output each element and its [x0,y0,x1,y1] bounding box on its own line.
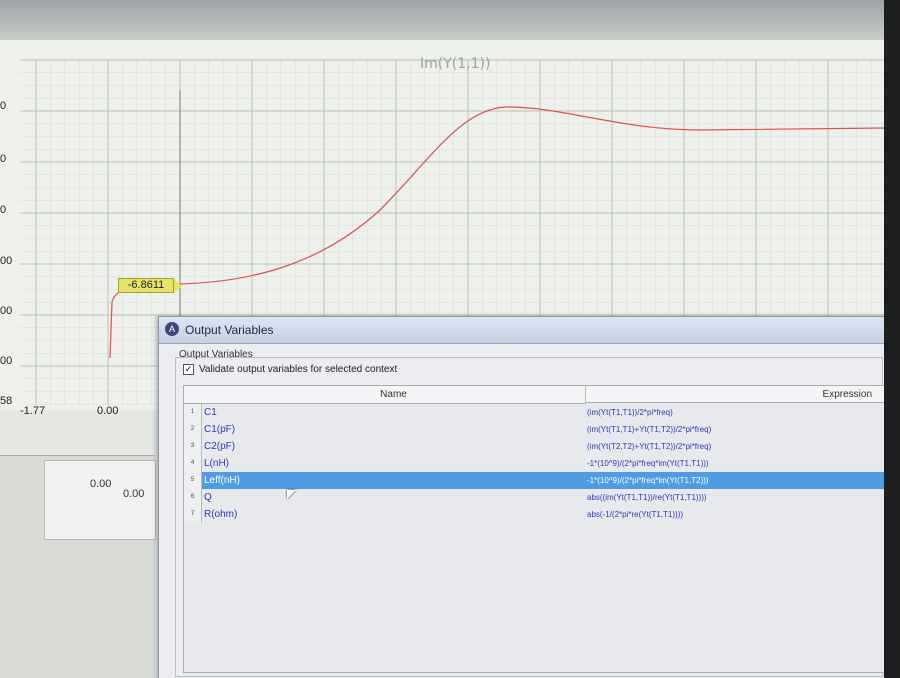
y-tick-label: 0 [0,100,7,112]
y-tick-label: 00 [0,255,13,267]
app-logo-icon: A [165,322,179,336]
column-header-expression[interactable]: Expression [586,386,884,403]
y-tick-label: 00 [0,305,13,317]
row-number: 7 [184,506,202,523]
output-variables-dialog: A Output Variables Output Variables ✓ Va… [158,316,884,678]
validate-checkbox-label[interactable]: Validate output variables for selected c… [199,364,397,375]
column-header-select[interactable] [184,386,203,404]
variable-expression[interactable]: abs(-1/(2*pi*re(Yt(T1,T1)))) [587,506,683,523]
mouse-pointer-icon [287,490,296,499]
validate-checkbox[interactable]: ✓ [183,364,194,375]
window-top-band [0,0,884,40]
dialog-title: Output Variables [185,323,274,337]
marker-value-tag[interactable]: -6.8611 [118,278,182,293]
table-row[interactable]: 7 R(ohm) abs(-1/(2*pi*re(Yt(T1,T1)))) [184,506,884,523]
row-number: 6 [184,489,202,506]
x-tick-label: -1.77 [20,405,46,417]
table-row[interactable]: 3 C2(pF) (im(Yt(T2,T2)+Yt(T1,T2))/2*pi*f… [184,438,884,455]
variable-name[interactable]: C2(pF) [204,438,235,455]
y-tick-label: 00 [0,355,13,367]
variables-table: Name Expression 1 C1 (im(Yt(T1,T1))/2*pi… [183,385,884,673]
table-row-selected[interactable]: 5 Leff(nH) -1*(10^9)/(2*pi*freq*im(Yt(T1… [184,472,884,489]
column-header-name[interactable]: Name [202,386,586,404]
variable-expression[interactable]: -1*(10^9)/(2*pi*freq*im(Yt(T1,T2))) [587,472,709,489]
variable-expression[interactable]: -1*(10^9)/(2*pi*freq*im(Yt(T1,T1))) [587,455,709,472]
table-row[interactable]: 1 C1 (im(Yt(T1,T1))/2*pi*freq) [184,404,884,421]
variable-name[interactable]: R(ohm) [204,506,237,523]
row-number: 1 [184,404,202,421]
variable-name[interactable]: C1 [204,404,217,421]
row-number: 4 [184,455,202,472]
row-number: 5 [184,472,202,489]
variable-expression[interactable]: abs((im(Yt(T1,T1))/re(Yt(T1,T1)))) [587,489,707,506]
x-tick-label: 0.00 [97,405,119,417]
screen: Im(Y(1,1)) 0 0 0 00 00 00 58 -1.77 0.00 … [0,0,884,678]
variable-name[interactable]: Q [204,489,212,506]
dialog-titlebar[interactable]: A Output Variables [159,317,884,344]
mini-plot [44,460,156,540]
variable-expression[interactable]: (im(Yt(T2,T2)+Yt(T1,T2))/2*pi*freq) [587,438,711,455]
group-label: Output Variables [179,349,253,360]
table-row[interactable]: 4 L(nH) -1*(10^9)/(2*pi*freq*im(Yt(T1,T1… [184,455,884,472]
variable-name[interactable]: L(nH) [204,455,229,472]
mini-plot-axis-value: 0.00 [123,488,145,500]
y-tick-label: 0 [0,204,7,216]
row-number: 2 [184,421,202,438]
variable-name[interactable]: C1(pF) [204,421,235,438]
mini-plot-value: 0.00 [90,478,112,490]
variable-expression[interactable]: (im(Yt(T1,T1)+Yt(T1,T2))/2*pi*freq) [587,421,711,438]
variable-expression[interactable]: (im(Yt(T1,T1))/2*pi*freq) [587,404,673,421]
y-tick-label: 0 [0,153,7,165]
plot-title: Im(Y(1,1)) [420,56,491,72]
table-row[interactable]: 2 C1(pF) (im(Yt(T1,T1)+Yt(T1,T2))/2*pi*f… [184,421,884,438]
monitor-bezel [884,0,900,678]
row-number: 3 [184,438,202,455]
variable-name[interactable]: Leff(nH) [204,472,240,489]
y-tick-label: 58 [0,395,13,407]
